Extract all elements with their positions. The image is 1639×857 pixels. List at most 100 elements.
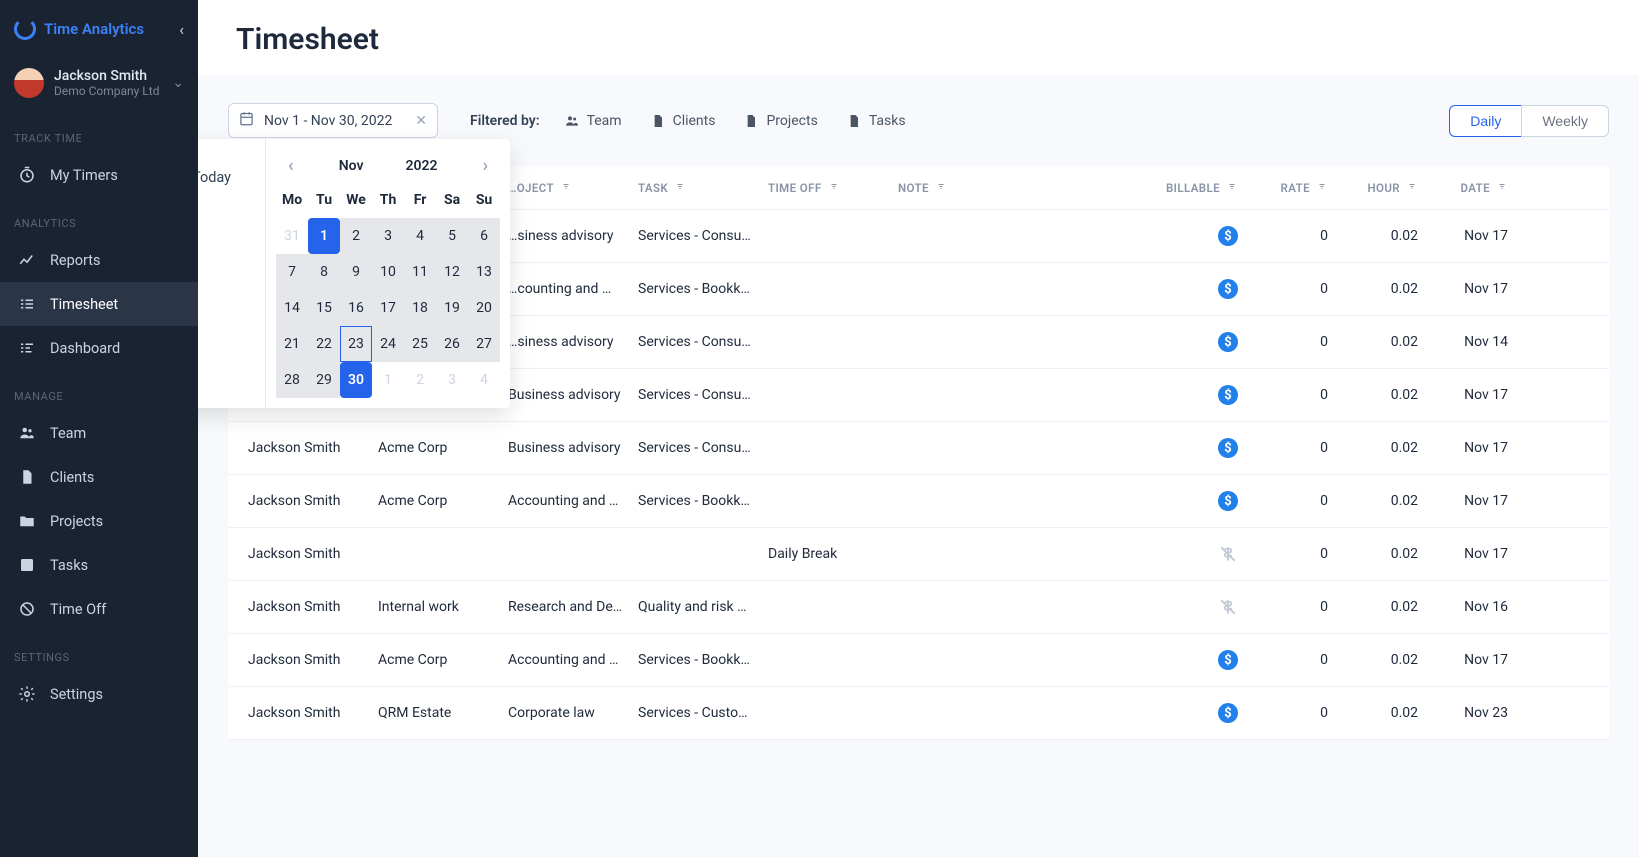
column-timeoff[interactable]: TIME OFF <box>768 180 898 195</box>
column-rate[interactable]: RATE <box>1238 180 1328 195</box>
cell-user: Jackson Smith <box>248 493 378 509</box>
table-row[interactable]: Jackson SmithQRM EstateCorporate lawServ… <box>228 687 1609 740</box>
calendar-day[interactable]: 20 <box>468 290 500 326</box>
sidebar-section-label: TRACK TIME <box>0 112 198 153</box>
calendar-day[interactable]: 28 <box>276 362 308 398</box>
calendar-day[interactable]: 12 <box>436 254 468 290</box>
cell-date: Nov 17 <box>1418 228 1508 244</box>
user-name: Jackson Smith <box>54 68 162 84</box>
calendar-day[interactable]: 29 <box>308 362 340 398</box>
date-range-picker[interactable]: Nov 1 - Nov 30, 2022 ✕ <box>228 103 438 138</box>
cell-client: Acme Corp <box>378 652 508 668</box>
calendar-day[interactable]: 13 <box>468 254 500 290</box>
filter-clients[interactable]: Clients <box>650 113 716 129</box>
calendar-day[interactable]: 4 <box>404 218 436 254</box>
calendar-day[interactable]: 16 <box>340 290 372 326</box>
filter-tasks[interactable]: Tasks <box>846 113 906 129</box>
main-content: Timesheet Nov 1 - Nov 30, 2022 ✕ Filtere… <box>198 0 1639 857</box>
calendar-today-link[interactable]: Today <box>198 169 231 186</box>
cell-billable: $ <box>1138 438 1238 458</box>
sidebar-item-dashboard[interactable]: Dashboard <box>0 326 198 370</box>
cell-user: Jackson Smith <box>248 599 378 615</box>
cell-task: Services - Bookk… <box>638 281 768 297</box>
calendar-day[interactable]: 4 <box>468 362 500 398</box>
column-hour[interactable]: HOUR <box>1328 180 1418 195</box>
sidebar-item-tasks[interactable]: Tasks <box>0 543 198 587</box>
sidebar-item-reports[interactable]: Reports <box>0 238 198 282</box>
sidebar-item-projects[interactable]: Projects <box>0 499 198 543</box>
cell-billable <box>1138 597 1238 617</box>
cell-billable: $ <box>1138 491 1238 511</box>
cell-task: Services - Bookk… <box>638 493 768 509</box>
calendar-day[interactable]: 19 <box>436 290 468 326</box>
calendar-day[interactable]: 5 <box>436 218 468 254</box>
cell-project: Business advisory <box>508 387 638 403</box>
calendar-day[interactable]: 21 <box>276 326 308 362</box>
calendar-day[interactable]: 7 <box>276 254 308 290</box>
column-task[interactable]: TASK <box>638 180 768 195</box>
cell-task: Services - Consu… <box>638 228 768 244</box>
sort-icon <box>1406 180 1418 195</box>
collapse-sidebar-icon[interactable]: ‹ <box>179 20 184 39</box>
filter-projects[interactable]: Projects <box>743 113 817 129</box>
billable-icon: $ <box>1218 703 1238 723</box>
calendar-month: Nov <box>339 158 364 174</box>
avatar <box>14 68 44 98</box>
calendar-day[interactable]: 10 <box>372 254 404 290</box>
sidebar-item-settings[interactable]: Settings <box>0 672 198 716</box>
cell-project: …siness advisory <box>508 228 638 244</box>
calendar-day[interactable]: 18 <box>404 290 436 326</box>
calendar-day[interactable]: 14 <box>276 290 308 326</box>
table-row[interactable]: Jackson SmithInternal workResearch and D… <box>228 581 1609 634</box>
calendar-day[interactable]: 31 <box>276 218 308 254</box>
calendar-day[interactable]: 2 <box>340 218 372 254</box>
sidebar-item-my-timers[interactable]: My Timers <box>0 153 198 197</box>
sidebar-item-label: Time Off <box>50 601 106 618</box>
calendar-day[interactable]: 2 <box>404 362 436 398</box>
table-row[interactable]: Jackson SmithAcme CorpAccounting and …Se… <box>228 475 1609 528</box>
sidebar-item-clients[interactable]: Clients <box>0 455 198 499</box>
calendar-day[interactable]: 25 <box>404 326 436 362</box>
view-weekly-button[interactable]: Weekly <box>1521 105 1609 137</box>
table-row[interactable]: Jackson SmithDaily Break00.02Nov 17 <box>228 528 1609 581</box>
cell-client: Acme Corp <box>378 493 508 509</box>
calendar-day[interactable]: 3 <box>436 362 468 398</box>
calendar-day[interactable]: 27 <box>468 326 500 362</box>
sidebar-item-timesheet[interactable]: Timesheet <box>0 282 198 326</box>
filter-team[interactable]: Team <box>564 113 622 129</box>
user-menu[interactable]: Jackson Smith Demo Company Ltd ⌄ <box>0 54 198 112</box>
calendar-day[interactable]: 30 <box>340 362 372 398</box>
filter-label: Projects <box>766 113 817 129</box>
calendar-next-icon[interactable]: › <box>477 155 494 176</box>
sidebar: Time Analytics ‹ Jackson Smith Demo Comp… <box>0 0 198 857</box>
calendar-day[interactable]: 8 <box>308 254 340 290</box>
calendar-day[interactable]: 23 <box>340 326 372 362</box>
view-daily-button[interactable]: Daily <box>1449 105 1521 137</box>
calendar-day[interactable]: 15 <box>308 290 340 326</box>
calendar-day[interactable]: 1 <box>308 218 340 254</box>
calendar-prev-icon[interactable]: ‹ <box>282 155 300 176</box>
calendar-day[interactable]: 24 <box>372 326 404 362</box>
brand-logo[interactable]: Time Analytics <box>14 18 144 40</box>
calendar-day[interactable]: 3 <box>372 218 404 254</box>
column-project[interactable]: …OJECT <box>508 180 638 195</box>
column-billable[interactable]: BILLABLE <box>1138 180 1238 195</box>
calendar-day[interactable]: 1 <box>372 362 404 398</box>
sidebar-item-team[interactable]: Team <box>0 411 198 455</box>
column-date[interactable]: DATE <box>1418 180 1508 195</box>
table-row[interactable]: Jackson SmithAcme CorpBusiness advisoryS… <box>228 422 1609 475</box>
calendar-dow: Tu <box>308 182 340 218</box>
sidebar-item-time-off[interactable]: Time Off <box>0 587 198 631</box>
clear-date-icon[interactable]: ✕ <box>415 113 427 129</box>
calendar-day[interactable]: 11 <box>404 254 436 290</box>
calendar-day[interactable]: 17 <box>372 290 404 326</box>
calendar-day[interactable]: 26 <box>436 326 468 362</box>
column-note[interactable]: NOTE <box>898 180 1138 195</box>
calendar-day[interactable]: 9 <box>340 254 372 290</box>
cell-project: Accounting and … <box>508 652 638 668</box>
sidebar-item-label: Projects <box>50 513 103 530</box>
calendar-day[interactable]: 6 <box>468 218 500 254</box>
cell-date: Nov 16 <box>1418 599 1508 615</box>
table-row[interactable]: Jackson SmithAcme CorpAccounting and …Se… <box>228 634 1609 687</box>
calendar-day[interactable]: 22 <box>308 326 340 362</box>
